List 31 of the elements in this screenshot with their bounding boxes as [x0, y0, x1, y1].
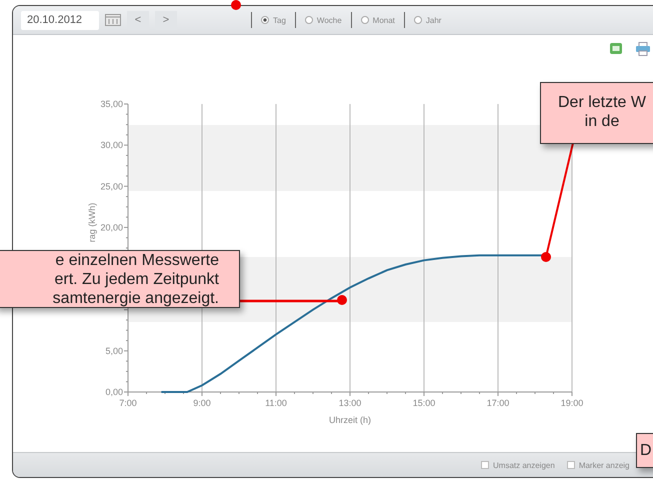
period-radio[interactable]: Monat [358, 16, 398, 24]
y-tick-label: 25,00 [100, 181, 123, 192]
y-tick-label: 20,00 [100, 222, 123, 232]
spreadsheet-icon[interactable] [609, 42, 623, 55]
marker-dot [231, 0, 241, 10]
y-axis-title: rag (kWh) [87, 202, 97, 242]
y-tick-label: 35,00 [100, 99, 123, 109]
annotation-callout: D [636, 433, 653, 468]
y-tick-label: 5,00 [105, 346, 123, 356]
calendar-icon[interactable] [105, 14, 121, 26]
x-tick-label: 9:00 [193, 398, 211, 408]
annotation-callout: Der letzte W in de [540, 82, 653, 144]
date-field[interactable]: 20.10.2012 [21, 10, 99, 30]
period-radio[interactable]: Jahr [410, 16, 444, 24]
x-tick-label: 17:00 [486, 398, 510, 408]
option-checkbox[interactable]: Marker anzeig [566, 460, 630, 470]
x-tick-label: 15:00 [412, 398, 436, 408]
printer-icon[interactable] [635, 42, 651, 56]
marker-dot [337, 295, 347, 305]
x-tick-label: 19:00 [560, 398, 584, 408]
marker-dot [541, 252, 551, 262]
x-tick-label: 11:00 [265, 398, 287, 408]
x-tick-label: 7:00 [119, 398, 137, 408]
x-axis-title: Uhrzeit (h) [329, 415, 371, 425]
annotation-callout: e einzelnen Messwerte ert. Zu jedem Zeitpunkt samtenergie angezeigt. [0, 250, 240, 308]
period-radio[interactable]: Tag [258, 16, 289, 24]
y-tick-label: 30,00 [100, 140, 123, 150]
period-radio[interactable]: Woche [302, 16, 345, 24]
x-tick-label: 13:00 [338, 398, 362, 408]
y-tick-label: 0,00 [105, 387, 123, 397]
option-checkbox[interactable]: Umsatz anzeigen [481, 460, 555, 470]
